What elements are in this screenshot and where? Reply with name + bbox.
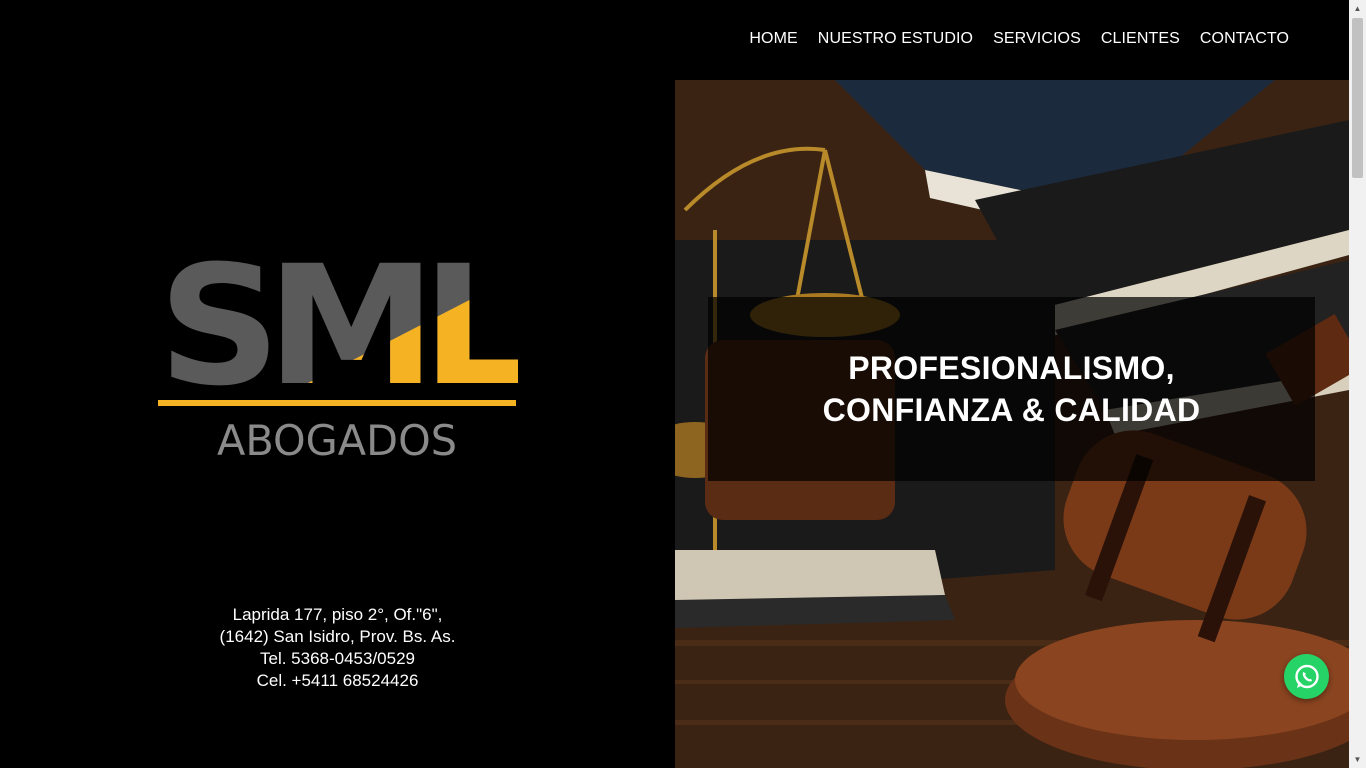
scroll-down-icon[interactable]: ▼: [1353, 755, 1362, 764]
whatsapp-button[interactable]: [1284, 654, 1329, 699]
tagline-line-2: CONFIANZA & CALIDAD: [822, 392, 1201, 428]
address-phone: Tel. 5368-0453/0529: [259, 649, 416, 668]
scrollbar-thumb[interactable]: [1352, 18, 1363, 178]
address-line-2: (1642) San Isidro, Prov. Bs. As.: [219, 627, 456, 646]
nav-menu: HOME NUESTRO ESTUDIO SERVICIOS CLIENTES …: [749, 30, 1289, 48]
nav-item-nuestro-estudio[interactable]: NUESTRO ESTUDIO: [818, 30, 973, 47]
hero-tagline: PROFESIONALISMO, CONFIANZA & CALIDAD: [823, 347, 1201, 431]
whatsapp-icon: [1294, 664, 1319, 688]
nav-item-clientes[interactable]: CLIENTES: [1101, 30, 1180, 47]
contact-address: Laprida 177, piso 2°, Of."6", (1642) San…: [0, 604, 675, 692]
nav-item-home[interactable]: HOME: [749, 30, 797, 47]
nav-item-servicios[interactable]: SERVICIOS: [993, 30, 1081, 47]
left-panel: SML SML ABOGADOS Laprida 177, piso 2°, O…: [0, 80, 675, 768]
tagline-overlay: PROFESIONALISMO, CONFIANZA & CALIDAD: [708, 297, 1315, 481]
vertical-scrollbar[interactable]: ▲ ▼: [1349, 0, 1366, 768]
nav-item-contacto[interactable]: CONTACTO: [1200, 30, 1289, 47]
main-nav: HOME NUESTRO ESTUDIO SERVICIOS CLIENTES …: [0, 0, 1349, 80]
sml-abogados-logo: SML SML ABOGADOS: [158, 255, 518, 465]
hero-banner: PROFESIONALISMO, CONFIANZA & CALIDAD: [675, 80, 1349, 768]
logo-subtitle: ABOGADOS: [217, 416, 457, 465]
address-line-1: Laprida 177, piso 2°, Of."6",: [232, 605, 443, 624]
scroll-up-icon[interactable]: ▲: [1353, 4, 1362, 13]
address-mobile: Cel. +5411 68524426: [256, 671, 419, 690]
tagline-line-1: PROFESIONALISMO,: [848, 350, 1175, 386]
